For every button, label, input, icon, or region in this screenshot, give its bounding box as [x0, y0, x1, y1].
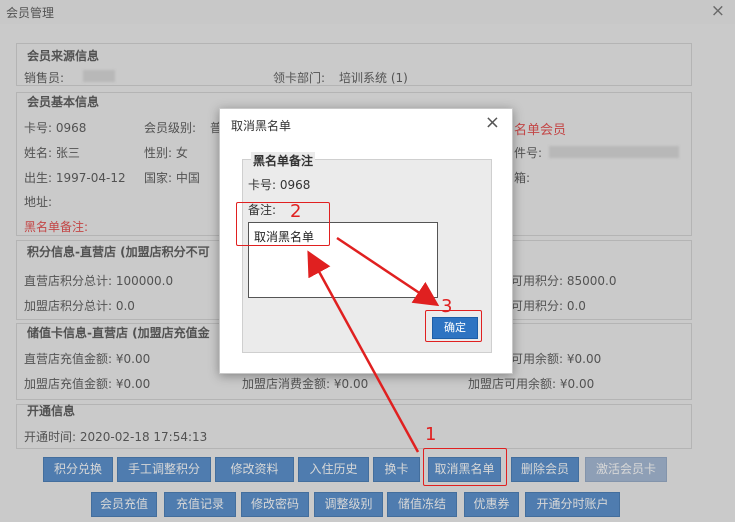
arrow-remark-to-confirm	[336, 236, 440, 307]
annotation-arrows	[307, 236, 440, 453]
arrow-step1-to-remark	[307, 250, 420, 453]
